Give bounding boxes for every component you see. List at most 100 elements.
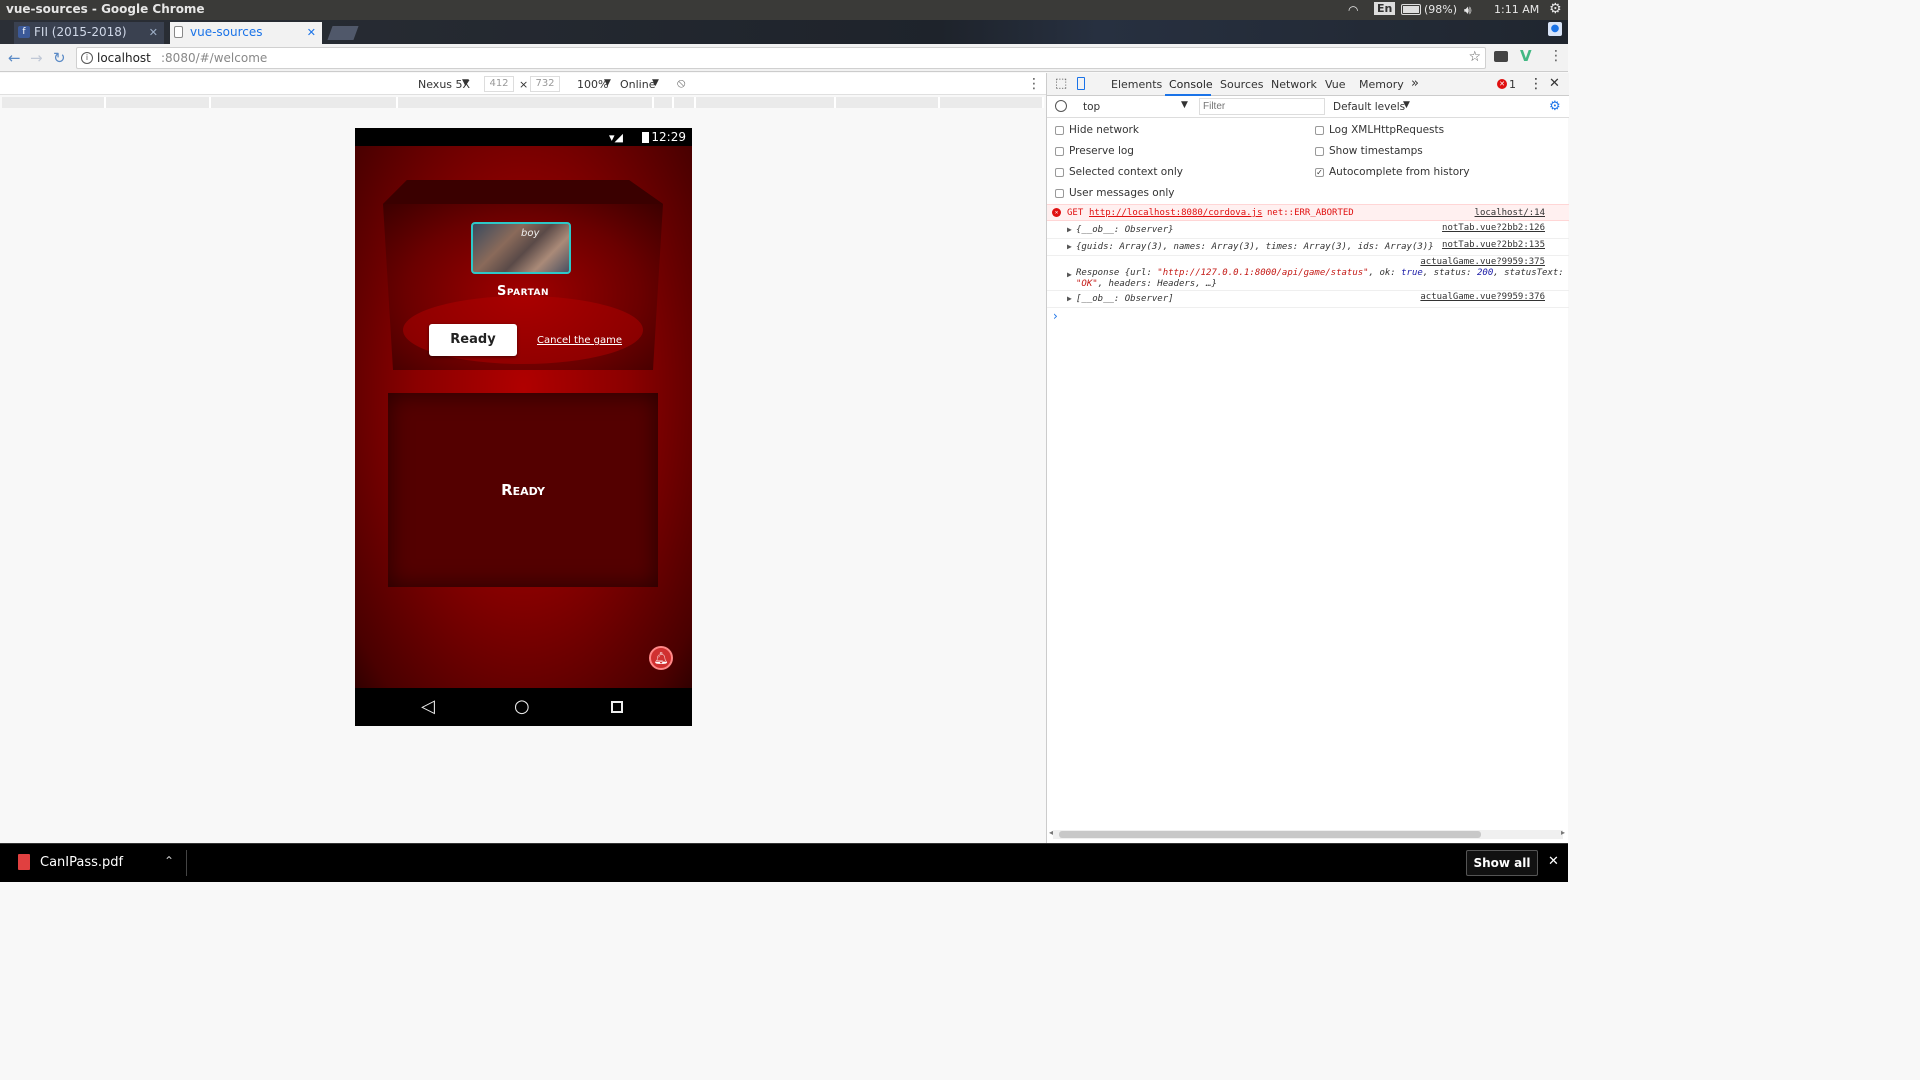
source-link[interactable]: actualGame.vue?9959:375 [1420, 257, 1545, 267]
checkbox[interactable] [1055, 147, 1064, 156]
log-text: [__ob__: Observer] [1076, 294, 1174, 304]
android-recents-icon[interactable] [611, 701, 623, 713]
source-link[interactable]: actualGame.vue?9959:376 [1420, 292, 1545, 302]
settings-gear-icon[interactable]: ⚙ [1549, 1, 1562, 17]
clear-console-icon[interactable] [1055, 100, 1067, 112]
tab-elements[interactable]: Elements [1111, 78, 1162, 91]
battery-icon[interactable] [1401, 4, 1421, 15]
option-log-xhr[interactable]: Log XMLHttpRequests [1315, 124, 1555, 140]
rotate-icon[interactable]: ⦸ [677, 76, 685, 91]
address-bar[interactable]: i localhost :8080/#/welcome ☆ [76, 47, 1486, 69]
checkbox[interactable] [1055, 168, 1064, 177]
media-query-bar[interactable] [0, 97, 1046, 109]
console-log-row[interactable]: ▶ [__ob__: Observer] actualGame.vue?9959… [1047, 291, 1569, 308]
log-levels-select[interactable]: Default levels [1333, 101, 1405, 113]
height-input[interactable]: 732 [530, 76, 560, 92]
log-text: {guids: Array(3), names: Array(3), times… [1076, 242, 1434, 252]
cancel-game-link[interactable]: Cancel the game [537, 335, 622, 346]
tab-memory[interactable]: Memory [1359, 78, 1404, 91]
tab-fii[interactable]: f FII (2015-2018) ✕ [14, 22, 164, 44]
tab-vue-sources[interactable]: vue-sources ✕ [170, 22, 322, 44]
scrollbar-thumb[interactable] [1059, 831, 1481, 838]
checkbox[interactable] [1055, 126, 1064, 135]
player-name: Spartan [496, 284, 550, 299]
context-select[interactable]: top [1083, 101, 1100, 113]
url-host: localhost [97, 51, 151, 65]
reload-icon[interactable]: ↻ [53, 49, 66, 67]
forward-arrow-icon[interactable]: → [30, 49, 43, 67]
console-log-row[interactable]: ▶ {guids: Array(3), names: Array(3), tim… [1047, 239, 1569, 256]
source-link[interactable]: localhost/:14 [1475, 208, 1545, 218]
profile-icon[interactable]: ● [1548, 22, 1562, 36]
devtools-menu-kebab-icon[interactable]: ⋮ [1529, 76, 1543, 92]
option-user-messages[interactable]: User messages only [1055, 187, 1295, 203]
keyboard-layout-indicator[interactable]: En [1374, 2, 1396, 15]
width-input[interactable]: 412 [484, 76, 514, 92]
expand-triangle-icon[interactable]: ▶ [1067, 294, 1072, 303]
console-log-row[interactable]: actualGame.vue?9959:375 ▶ Response {url:… [1047, 256, 1569, 291]
tab-network[interactable]: Network [1271, 78, 1317, 91]
console-settings-gear-icon[interactable]: ⚙ [1549, 99, 1561, 114]
notification-bell-icon[interactable]: 🔔︎ [649, 646, 673, 670]
checkbox[interactable] [1055, 189, 1064, 198]
device-toggle-icon[interactable] [1077, 77, 1085, 90]
expand-triangle-icon[interactable]: ▶ [1067, 225, 1072, 234]
app-screen: boy Spartan Ready Cancel the game Ready … [355, 146, 692, 688]
console-error-row: ✕ GET http://localhost:8080/cordova.js n… [1047, 204, 1569, 221]
console-filter-input[interactable] [1199, 98, 1325, 115]
option-show-timestamps[interactable]: Show timestamps [1315, 145, 1555, 161]
console-prompt[interactable]: › [1053, 309, 1563, 325]
source-link[interactable]: notTab.vue?2bb2:126 [1442, 223, 1545, 233]
device-menu-kebab-icon[interactable]: ⋮ [1027, 76, 1041, 92]
checkbox[interactable] [1315, 126, 1324, 135]
scroll-left-icon[interactable]: ◂ [1049, 828, 1053, 837]
scroll-right-icon[interactable]: ▸ [1561, 828, 1565, 837]
option-hide-network[interactable]: Hide network [1055, 124, 1295, 140]
option-selected-context[interactable]: Selected context only [1055, 166, 1295, 182]
horizontal-scrollbar[interactable]: ◂ ▸ [1049, 828, 1565, 839]
tab-strip: f FII (2015-2018) ✕ vue-sources ✕ ● [0, 20, 1568, 44]
close-devtools-icon[interactable]: ✕ [1549, 76, 1560, 91]
download-shelf: CanIPass.pdf ⌃ Show all ✕ [0, 843, 1568, 882]
network-throttle-select[interactable]: Online [620, 78, 655, 91]
tab-sources[interactable]: Sources [1220, 78, 1264, 91]
volume-icon[interactable]: 🔊︎ [1464, 3, 1472, 18]
expand-triangle-icon[interactable]: ▶ [1067, 242, 1072, 251]
close-icon[interactable]: ✕ [307, 26, 316, 39]
android-back-icon[interactable]: ◁ [421, 696, 435, 717]
checkbox[interactable] [1315, 147, 1324, 156]
vue-devtools-icon[interactable]: V [1520, 47, 1532, 65]
extension-camera-icon[interactable] [1494, 51, 1508, 62]
chevron-up-icon[interactable]: ⌃ [164, 854, 174, 868]
error-url-link[interactable]: http://localhost:8080/cordova.js [1089, 208, 1262, 218]
ready-button[interactable]: Ready [429, 324, 517, 356]
tab-vue[interactable]: Vue [1325, 78, 1346, 91]
clock[interactable]: 1:11 AM [1494, 3, 1539, 16]
option-autocomplete-history[interactable]: ✓ Autocomplete from history [1315, 166, 1555, 182]
error-icon[interactable]: ✕ [1497, 79, 1507, 89]
download-filename[interactable]: CanIPass.pdf [40, 855, 123, 870]
chevron-down-icon: ▼ [462, 78, 469, 88]
error-count[interactable]: 1 [1509, 78, 1516, 91]
tab-label: FII (2015-2018) [34, 25, 127, 39]
menu-kebab-icon[interactable]: ⋮ [1549, 48, 1563, 64]
info-icon[interactable]: i [81, 52, 93, 64]
back-arrow-icon[interactable]: ← [8, 49, 21, 67]
close-shelf-icon[interactable]: ✕ [1548, 854, 1559, 869]
option-preserve-log[interactable]: Preserve log [1055, 145, 1295, 161]
expand-triangle-icon[interactable]: ▶ [1067, 270, 1072, 279]
source-link[interactable]: notTab.vue?2bb2:135 [1442, 240, 1545, 250]
more-tabs-chevron-icon[interactable]: » [1411, 76, 1419, 91]
android-home-icon[interactable]: ○ [514, 696, 530, 717]
request-method: GET [1067, 208, 1084, 218]
show-all-button[interactable]: Show all [1466, 850, 1538, 876]
new-tab-button[interactable] [327, 26, 359, 40]
inspect-element-icon[interactable]: ⬚ [1055, 76, 1067, 91]
console-log-row[interactable]: ▶ {__ob__: Observer} notTab.vue?2bb2:126 [1047, 222, 1569, 239]
tab-console[interactable]: Console [1169, 78, 1213, 91]
checkbox-checked[interactable]: ✓ [1315, 168, 1324, 177]
error-message: net::ERR_ABORTED [1267, 208, 1354, 218]
close-icon[interactable]: ✕ [149, 26, 158, 39]
bookmark-star-icon[interactable]: ☆ [1468, 49, 1481, 65]
wifi-icon[interactable]: ◠ [1348, 3, 1358, 17]
